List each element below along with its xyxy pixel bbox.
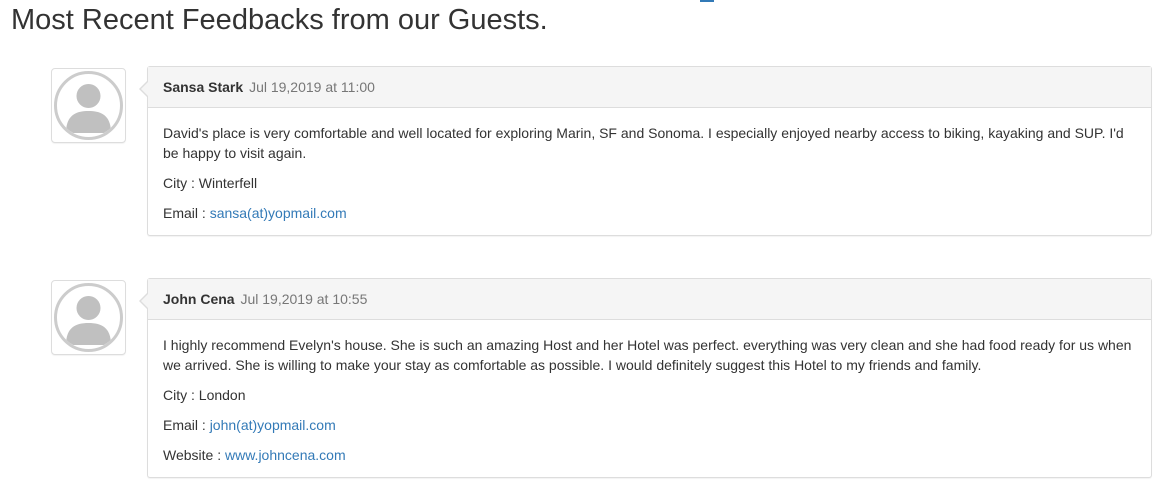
author-name: Sansa Stark bbox=[163, 79, 244, 95]
feedback-body: I highly recommend Evelyn's house. She i… bbox=[148, 320, 1151, 477]
city-line: City : Winterfell bbox=[163, 173, 1136, 193]
author-name: John Cena bbox=[163, 291, 235, 307]
city-value: London bbox=[198, 387, 246, 403]
feedback-panel: Sansa Stark Jul 19,2019 at 11:00 David's… bbox=[139, 66, 1152, 236]
feedback-panel: John Cena Jul 19,2019 at 10:55 I highly … bbox=[139, 278, 1152, 478]
city-value: Winterfell bbox=[198, 175, 258, 191]
user-silhouette-icon bbox=[54, 71, 123, 140]
feedback-message: David's place is very comfortable and we… bbox=[163, 125, 1124, 161]
user-avatar-placeholder-icon bbox=[51, 68, 126, 143]
city-label: City : bbox=[163, 175, 199, 191]
email-line: Email : john(at)yopmail.com bbox=[163, 415, 1136, 435]
email-label: Email : bbox=[163, 205, 210, 221]
email-line: Email : sansa(at)yopmail.com bbox=[163, 203, 1136, 223]
email-link[interactable]: sansa(at)yopmail.com bbox=[210, 205, 347, 221]
feedback-page: Most Recent Feedbacks from our Guests. S… bbox=[0, 0, 1165, 500]
page-title: Most Recent Feedbacks from our Guests. bbox=[11, 4, 548, 36]
email-label: Email : bbox=[163, 417, 210, 433]
feedback-header: Sansa Stark Jul 19,2019 at 11:00 bbox=[148, 67, 1151, 108]
feedback-message: I highly recommend Evelyn's house. She i… bbox=[163, 337, 1132, 373]
city-line: City : London bbox=[163, 385, 1136, 405]
user-silhouette-icon bbox=[54, 283, 123, 352]
website-line: Website : www.johncena.com bbox=[163, 445, 1136, 465]
user-avatar-placeholder-icon bbox=[51, 280, 126, 355]
email-link[interactable]: john(at)yopmail.com bbox=[210, 417, 336, 433]
website-link[interactable]: www.johncena.com bbox=[225, 447, 346, 463]
feedback-date: Jul 19,2019 at 10:55 bbox=[240, 291, 368, 307]
feedback-date: Jul 19,2019 at 11:00 bbox=[249, 79, 375, 95]
top-link-fragment bbox=[700, 0, 714, 2]
website-label: Website : bbox=[163, 447, 225, 463]
feedback-body: David's place is very comfortable and we… bbox=[148, 108, 1151, 235]
feedback-header: John Cena Jul 19,2019 at 10:55 bbox=[148, 279, 1151, 320]
city-label: City : bbox=[163, 387, 199, 403]
